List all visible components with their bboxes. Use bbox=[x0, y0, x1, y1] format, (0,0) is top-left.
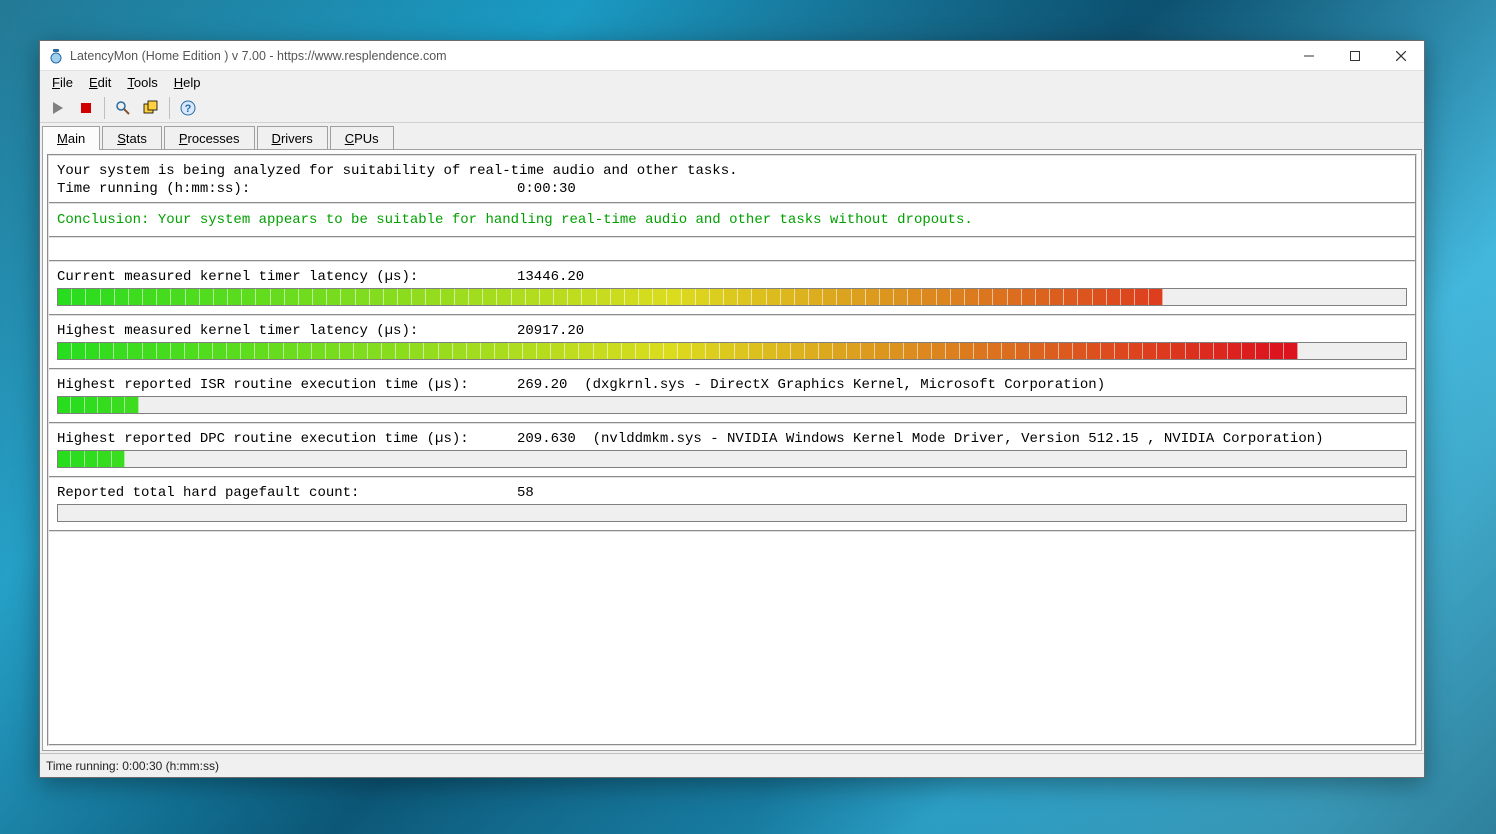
time-running-label: Time running (h:mm:ss): bbox=[57, 181, 517, 197]
tab-stats[interactable]: Stats bbox=[102, 126, 162, 150]
menu-tools[interactable]: Tools bbox=[119, 73, 165, 92]
svg-text:?: ? bbox=[185, 103, 192, 115]
stop-button[interactable] bbox=[74, 96, 98, 120]
kernel-current-section: Current measured kernel timer latency (µ… bbox=[49, 262, 1415, 316]
pagefault-section: Reported total hard pagefault count: 58 bbox=[49, 478, 1415, 532]
find-button[interactable] bbox=[111, 96, 135, 120]
tab-processes[interactable]: Processes bbox=[164, 126, 255, 150]
toolbar-separator bbox=[104, 97, 105, 119]
status-bar: Time running: 0:00:30 (h:mm:ss) bbox=[40, 753, 1424, 777]
menu-help[interactable]: Help bbox=[166, 73, 209, 92]
isr-bar bbox=[57, 396, 1407, 414]
window-controls bbox=[1286, 41, 1424, 71]
report-panel: Your system is being analyzed for suitab… bbox=[47, 154, 1417, 746]
kernel-highest-value: 20917.20 bbox=[517, 323, 584, 339]
isr-value: 269.20 (dxgkrnl.sys - DirectX Graphics K… bbox=[517, 377, 1105, 393]
isr-label: Highest reported ISR routine execution t… bbox=[57, 377, 517, 393]
isr-section: Highest reported ISR routine execution t… bbox=[49, 370, 1415, 424]
magnifier-icon bbox=[115, 100, 131, 116]
dpc-value: 209.630 (nvlddmkm.sys - NVIDIA Windows K… bbox=[517, 431, 1324, 447]
tab-main[interactable]: Main bbox=[42, 126, 100, 150]
menu-edit[interactable]: Edit bbox=[81, 73, 119, 92]
empty-area bbox=[49, 532, 1415, 744]
windows-icon bbox=[143, 100, 159, 116]
kernel-current-label: Current measured kernel timer latency (µ… bbox=[57, 269, 517, 285]
close-button[interactable] bbox=[1378, 41, 1424, 71]
minimize-button[interactable] bbox=[1286, 41, 1332, 71]
maximize-button[interactable] bbox=[1332, 41, 1378, 71]
spacer bbox=[49, 238, 1415, 262]
dpc-bar bbox=[57, 450, 1407, 468]
content-frame: Your system is being analyzed for suitab… bbox=[42, 149, 1422, 751]
play-button[interactable] bbox=[46, 96, 70, 120]
pagefault-bar bbox=[57, 504, 1407, 522]
conclusion-text: Conclusion: Your system appears to be su… bbox=[49, 204, 1415, 238]
title-bar[interactable]: LatencyMon (Home Edition ) v 7.00 - http… bbox=[40, 41, 1424, 71]
kernel-highest-section: Highest measured kernel timer latency (µ… bbox=[49, 316, 1415, 370]
toolbar-separator bbox=[169, 97, 170, 119]
kernel-current-value: 13446.20 bbox=[517, 269, 584, 285]
cascade-button[interactable] bbox=[139, 96, 163, 120]
dpc-label: Highest reported DPC routine execution t… bbox=[57, 431, 517, 447]
intro-line: Your system is being analyzed for suitab… bbox=[57, 163, 738, 179]
menu-bar: File Edit Tools Help bbox=[40, 71, 1424, 93]
kernel-current-bar bbox=[57, 288, 1407, 306]
menu-file[interactable]: File bbox=[44, 73, 81, 92]
help-icon: ? bbox=[180, 100, 196, 116]
play-icon bbox=[51, 101, 65, 115]
kernel-highest-label: Highest measured kernel timer latency (µ… bbox=[57, 323, 517, 339]
kernel-highest-bar bbox=[57, 342, 1407, 360]
help-button[interactable]: ? bbox=[176, 96, 200, 120]
app-window: LatencyMon (Home Edition ) v 7.00 - http… bbox=[39, 40, 1425, 778]
toolbar: ? bbox=[40, 93, 1424, 123]
status-text: Time running: 0:00:30 (h:mm:ss) bbox=[46, 759, 219, 773]
time-running-value: 0:00:30 bbox=[517, 181, 576, 197]
app-icon bbox=[48, 48, 64, 64]
window-title: LatencyMon (Home Edition ) v 7.00 - http… bbox=[70, 49, 1286, 63]
dpc-section: Highest reported DPC routine execution t… bbox=[49, 424, 1415, 478]
stop-icon bbox=[80, 102, 92, 114]
pagefault-value: 58 bbox=[517, 485, 534, 501]
intro-section: Your system is being analyzed for suitab… bbox=[49, 156, 1415, 204]
tab-drivers[interactable]: Drivers bbox=[257, 126, 328, 150]
tab-strip: Main Stats Processes Drivers CPUs bbox=[40, 123, 1424, 149]
pagefault-label: Reported total hard pagefault count: bbox=[57, 485, 517, 501]
tab-cpus[interactable]: CPUs bbox=[330, 126, 394, 150]
